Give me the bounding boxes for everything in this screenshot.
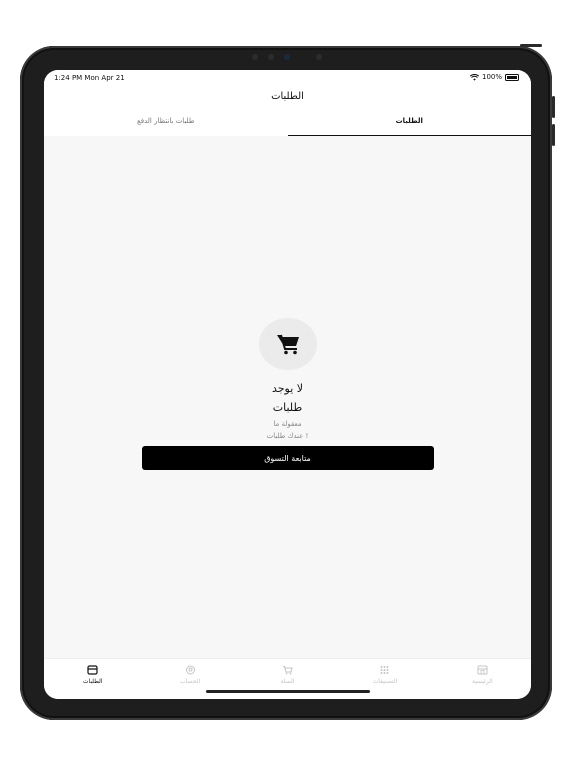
camera-lens <box>284 54 290 60</box>
camera-dot <box>268 54 274 60</box>
empty-subtitle-line2: عندك طلبات ! <box>266 432 309 440</box>
page-title: الطلبات <box>44 86 531 108</box>
tabbar-item-home[interactable]: الرئيسية <box>434 659 531 699</box>
tabbar-item-cart[interactable]: السلة <box>239 659 336 699</box>
cart-icon <box>283 666 293 675</box>
status-right: 100% <box>469 73 519 81</box>
top-button <box>520 44 542 47</box>
status-bar: 1:24 PM Mon Apr 21 100% <box>44 70 531 86</box>
tab-awaiting-payment[interactable]: طلبات بانتظار الدفع <box>44 108 288 136</box>
battery-percent: 100% <box>481 73 502 81</box>
tabbar-label-orders: الطلبات <box>82 678 103 685</box>
store-icon <box>477 665 488 675</box>
tabbar-label-categories: التصنيفات <box>372 678 398 685</box>
wifi-icon <box>469 73 479 81</box>
account-icon <box>185 665 195 675</box>
tabbar-item-orders[interactable]: الطلبات <box>44 659 141 699</box>
volume-up-button <box>552 96 555 118</box>
tab-strip: الطلبات طلبات بانتظار الدفع <box>44 108 531 136</box>
empty-state: لا يوجد طلبات معقولة ما عندك طلبات ! متا… <box>44 318 531 470</box>
continue-shopping-button[interactable]: متابعة التسوق <box>141 446 434 470</box>
shopping-cart-icon <box>276 334 299 355</box>
tab-orders[interactable]: الطلبات <box>287 108 532 136</box>
camera-dot <box>252 54 258 60</box>
empty-subtitle-line1: معقولة ما <box>273 420 302 428</box>
tabbar-item-account[interactable]: الحساب <box>141 659 238 699</box>
home-indicator[interactable] <box>206 690 370 693</box>
tabbar-label-cart: السلة <box>280 678 295 685</box>
battery-icon <box>505 73 519 81</box>
tabbar-label-account: الحساب <box>180 678 201 685</box>
tabbar-label-home: الرئيسية <box>471 678 493 685</box>
grid-icon <box>380 666 389 674</box>
tabbar-item-categories[interactable]: التصنيفات <box>336 659 433 699</box>
empty-title-line1: لا يوجد <box>271 382 304 395</box>
empty-title-line2: طلبات <box>272 401 303 414</box>
app-screen: 1:24 PM Mon Apr 21 100% الطلبات الطلبات … <box>44 70 531 699</box>
camera-dot <box>316 54 322 60</box>
volume-down-button <box>552 124 555 146</box>
orders-icon <box>87 665 98 675</box>
status-time: 1:24 PM Mon Apr 21 <box>54 74 125 82</box>
empty-state-icon-circle <box>258 318 317 370</box>
